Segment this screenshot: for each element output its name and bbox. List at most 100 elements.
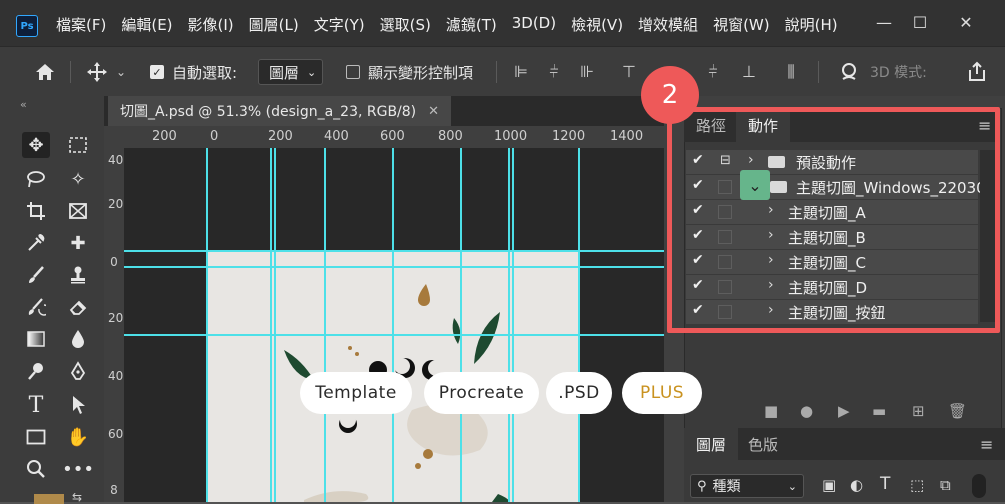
dodge-tool-icon[interactable] (22, 358, 50, 384)
tag-pill-plus: PLUS (622, 372, 702, 414)
menu-layer[interactable]: 圖層(L) (249, 14, 299, 38)
align-bottom-icon[interactable]: ⊥ (740, 63, 758, 81)
record-icon[interactable]: ● (800, 402, 813, 420)
pen-tool-icon[interactable] (64, 358, 92, 384)
align-left-icon[interactable]: ⊫ (512, 63, 530, 81)
filter-shape-icon[interactable]: ⬚ (910, 476, 924, 494)
menu-select[interactable]: 選取(S) (380, 14, 431, 38)
menu-view[interactable]: 檢視(V) (571, 14, 623, 38)
play-icon[interactable]: ▶ (838, 402, 850, 420)
filter-adjustment-icon[interactable]: ◐ (850, 476, 863, 494)
guide-line (124, 334, 664, 336)
photoshop-logo: Ps (16, 15, 38, 37)
ruler-tick: 8 (110, 483, 118, 497)
crop-tool-icon[interactable] (22, 198, 50, 224)
ruler-tick: 200 (268, 129, 293, 144)
menu-image[interactable]: 影像(I) (188, 14, 234, 38)
expand-chevron-highlight[interactable]: ⌄ (740, 170, 770, 200)
menu-edit[interactable]: 編輯(E) (121, 14, 172, 38)
highlight-frame (667, 107, 1000, 333)
menu-plugins[interactable]: 增效模組 (638, 14, 698, 38)
align-top-icon[interactable]: ⊤ (620, 63, 638, 81)
close-icon[interactable]: ✕ (428, 104, 439, 119)
tab-layers[interactable]: 圖層 (684, 428, 739, 460)
more-tools-icon[interactable]: ••• (62, 456, 94, 482)
collapse-icon[interactable]: « (20, 98, 27, 111)
type-tool-icon[interactable]: T (22, 392, 50, 418)
filter-smart-object-icon[interactable]: ⧉ (940, 476, 951, 494)
trash-icon[interactable]: 🗑 (948, 402, 967, 420)
marquee-tool-icon[interactable] (64, 132, 92, 158)
close-button[interactable]: ✕ (946, 10, 986, 34)
align-right-icon[interactable]: ⊪ (578, 63, 596, 81)
lasso-tool-icon[interactable] (22, 166, 50, 192)
options-bar: ⌄ ✓ 自動選取: 圖層 ⌄ 顯示變形控制項 ⊫ ⫩ ⊪ ⊤ ⫩ ⊥ ⫼ 3D … (0, 46, 1005, 97)
magic-wand-tool-icon[interactable]: ✧ (64, 166, 92, 192)
panel-menu-icon[interactable]: ≡ (980, 435, 993, 454)
show-transform-label: 顯示變形控制項 (368, 63, 474, 82)
auto-select-checkbox[interactable]: ✓ (150, 65, 164, 79)
distribute-icon[interactable]: ⫼ (782, 63, 800, 81)
eraser-tool-icon[interactable] (64, 294, 92, 320)
stop-icon[interactable]: ■ (764, 402, 778, 420)
minimize-button[interactable]: — (864, 10, 904, 34)
menu-3d[interactable]: 3D(D) (512, 14, 556, 38)
move-tool-icon[interactable]: ⌄ (86, 59, 126, 85)
blur-tool-icon[interactable] (64, 326, 92, 352)
filter-type-icon[interactable]: T (880, 474, 890, 494)
3d-orbit-icon[interactable] (838, 61, 860, 83)
foreground-color-swatch[interactable] (34, 494, 64, 504)
ruler-tick: 400 (108, 369, 131, 383)
maximize-button[interactable]: ☐ (900, 10, 940, 34)
clone-stamp-tool-icon[interactable] (64, 262, 92, 288)
document-canvas[interactable] (124, 148, 664, 502)
guide-line (274, 148, 276, 502)
auto-select-target: 圖層 ⌄ (258, 59, 324, 85)
auto-select-option: ✓ 自動選取: (150, 59, 237, 85)
auto-select-label: 自動選取: (172, 63, 238, 82)
menu-file[interactable]: 檔案(F) (56, 14, 106, 38)
eyedropper-tool-icon[interactable] (22, 230, 50, 256)
filter-pixel-icon[interactable]: ▣ (822, 476, 836, 494)
tag-pill: Template (300, 372, 412, 414)
guide-line (460, 148, 462, 502)
zoom-tool-icon[interactable] (22, 456, 50, 482)
ruler-tick: 200 (108, 197, 131, 211)
home-icon[interactable] (34, 59, 56, 85)
document-title: 切圖_A.psd @ 51.3% (design_a_23, RGB/8) (120, 104, 417, 120)
3d-mode-group: 3D 模式: (838, 59, 927, 85)
new-action-icon[interactable]: ⊞ (912, 402, 925, 420)
filter-toggle[interactable] (972, 474, 986, 498)
ruler-tick: 800 (438, 129, 463, 144)
guide-line (578, 148, 580, 502)
chevron-down-icon[interactable]: ⌄ (116, 65, 126, 79)
ruler-tick: 1200 (552, 129, 586, 144)
menu-filter[interactable]: 濾鏡(T) (446, 14, 497, 38)
hand-tool-icon[interactable]: ✋ (64, 424, 92, 450)
brush-tool-icon[interactable] (22, 262, 50, 288)
chevron-down-icon: ⌄ (787, 479, 797, 493)
auto-select-dropdown[interactable]: 圖層 ⌄ (258, 59, 324, 85)
menu-help[interactable]: 說明(H) (785, 14, 838, 38)
tag-pill: .PSD (546, 372, 612, 414)
healing-brush-tool-icon[interactable]: ✚ (64, 230, 92, 256)
align-vcenter-icon[interactable]: ⫩ (704, 63, 722, 81)
search-icon: ⚲ (697, 478, 707, 494)
history-brush-tool-icon[interactable] (22, 294, 50, 320)
share-icon[interactable] (966, 59, 988, 85)
move-tool-icon[interactable]: ✥ (22, 132, 50, 158)
gradient-tool-icon[interactable] (22, 326, 50, 352)
tab-channels[interactable]: 色版 (736, 428, 790, 460)
document-tab[interactable]: 切圖_A.psd @ 51.3% (design_a_23, RGB/8) ✕ (108, 96, 452, 126)
ruler-tick: 0 (210, 129, 219, 144)
menu-window[interactable]: 視窗(W) (713, 14, 770, 38)
layer-kind-dropdown[interactable]: ⚲ 種類 ⌄ (690, 474, 804, 498)
new-set-folder-icon[interactable]: ▬ (872, 402, 886, 420)
align-hcenter-icon[interactable]: ⫩ (545, 63, 563, 81)
frame-tool-icon[interactable] (64, 198, 92, 224)
ruler-tick: 400 (324, 129, 349, 144)
menu-type[interactable]: 文字(Y) (314, 14, 365, 38)
show-transform-checkbox[interactable] (346, 65, 360, 79)
path-selection-tool-icon[interactable] (64, 392, 92, 418)
rectangle-tool-icon[interactable] (22, 424, 50, 450)
